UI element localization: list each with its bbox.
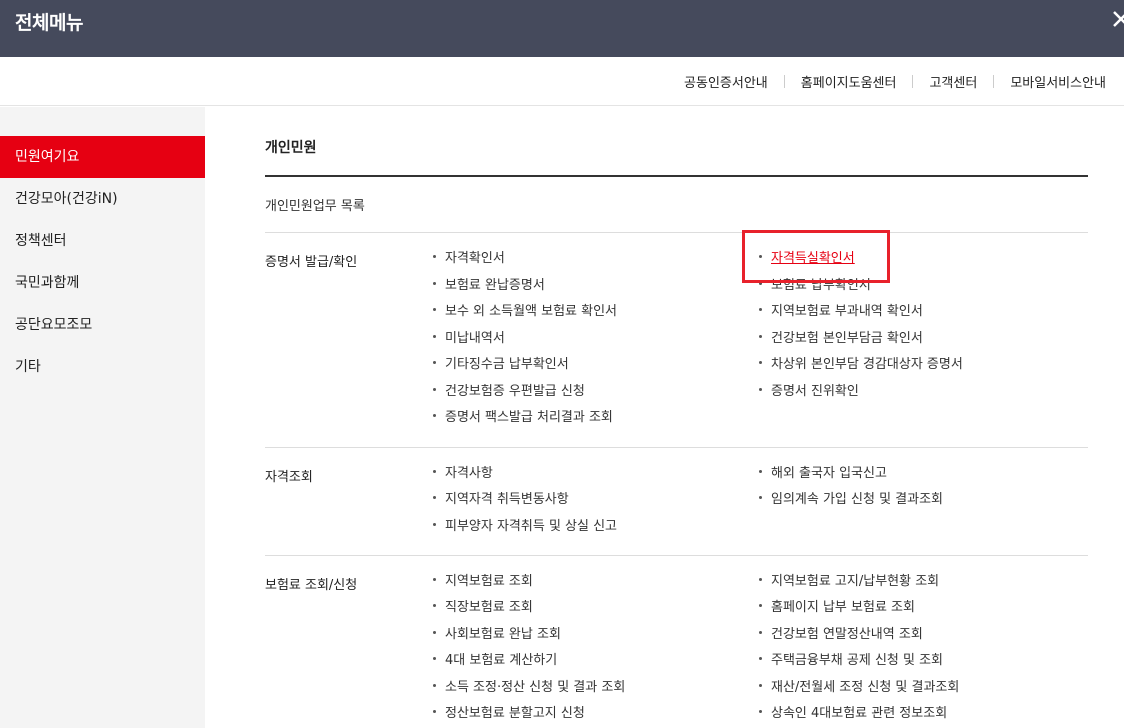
divider xyxy=(265,447,1088,448)
list-item[interactable]: 지역보험료 부과내역 확인서 xyxy=(759,302,923,322)
section-title: 개인민원 xyxy=(265,140,317,156)
sidebar-item-with-public[interactable]: 국민과함께 xyxy=(0,262,205,304)
list-item[interactable]: 지역보험료 조회 xyxy=(433,572,533,592)
bullet-icon xyxy=(433,496,436,499)
utility-link-help-center[interactable]: 홈페이지도움센터 xyxy=(801,72,897,91)
sidebar-item-civil-service[interactable]: 민원여기요 xyxy=(0,136,205,178)
close-icon[interactable] xyxy=(1112,6,1124,30)
list-item[interactable]: 정산보험료 분할고지 신청 xyxy=(433,704,585,724)
bullet-icon xyxy=(433,308,436,311)
list-item[interactable]: 미납내역서 xyxy=(433,329,505,349)
bullet-icon xyxy=(759,710,762,713)
list-item[interactable]: 자격사항 xyxy=(433,464,493,484)
sidebar: 민원여기요 건강모아(건강iN) 정책센터 국민과함께 공단요모조모 기타 xyxy=(0,107,205,728)
divider xyxy=(265,555,1088,556)
sidebar-item-policy-center[interactable]: 정책센터 xyxy=(0,220,205,262)
bullet-icon xyxy=(759,631,762,634)
utility-bar: 공동인증서안내 홈페이지도움센터 고객센터 모바일서비스안내 xyxy=(0,57,1124,106)
list-item[interactable]: 증명서 진위확인 xyxy=(759,382,859,402)
list-item[interactable]: 지역자격 취득변동사항 xyxy=(433,490,569,510)
bullet-icon xyxy=(759,335,762,338)
bullet-icon xyxy=(433,523,436,526)
list-item[interactable]: 건강보험 연말정산내역 조회 xyxy=(759,625,923,645)
bullet-icon xyxy=(433,710,436,713)
highlight-box xyxy=(742,230,890,283)
list-item[interactable]: 재산/전월세 조정 신청 및 결과조회 xyxy=(759,678,959,698)
sidebar-item-etc[interactable]: 기타 xyxy=(0,346,205,388)
list-item[interactable]: 상속인 4대보험료 관련 정보조회 xyxy=(759,704,947,724)
list-item[interactable]: 사회보험료 완납 조회 xyxy=(433,625,561,645)
list-item[interactable]: 보수 외 소득월액 보험료 확인서 xyxy=(433,302,617,322)
list-item[interactable]: 소득 조정·정산 신청 및 결과 조회 xyxy=(433,678,625,698)
category-label: 증명서 발급/확인 xyxy=(265,255,358,270)
divider xyxy=(265,232,1088,233)
category-label: 보험료 조회/신청 xyxy=(265,578,358,593)
list-item[interactable]: 지역보험료 고지/납부현황 조회 xyxy=(759,572,939,592)
list-item[interactable]: 보험료 완납증명서 xyxy=(433,276,545,296)
list-item[interactable]: 해외 출국자 입국신고 xyxy=(759,464,887,484)
bullet-icon xyxy=(433,361,436,364)
bullet-icon xyxy=(759,684,762,687)
bullet-icon xyxy=(433,578,436,581)
list-item[interactable]: 자격확인서 xyxy=(433,249,505,269)
menu-title: 전체메뉴 xyxy=(15,12,83,34)
utility-link-mobile-service[interactable]: 모바일서비스안내 xyxy=(1010,72,1106,91)
utility-link-certificate[interactable]: 공동인증서안내 xyxy=(684,72,768,91)
list-item[interactable]: 홈페이지 납부 보험료 조회 xyxy=(759,598,915,618)
bullet-icon xyxy=(433,604,436,607)
list-item[interactable]: 피부양자 자격취득 및 상실 신고 xyxy=(433,517,617,537)
list-item[interactable]: 건강보험 본인부담금 확인서 xyxy=(759,329,923,349)
bullet-icon xyxy=(759,361,762,364)
list-item[interactable]: 직장보험료 조회 xyxy=(433,598,533,618)
list-item[interactable]: 임의계속 가입 신청 및 결과조회 xyxy=(759,490,943,510)
utility-link-customer-center[interactable]: 고객센터 xyxy=(929,72,977,91)
list-item[interactable]: 증명서 팩스발급 처리결과 조회 xyxy=(433,408,613,428)
list-item[interactable]: 기타징수금 납부확인서 xyxy=(433,355,569,375)
bullet-icon xyxy=(433,657,436,660)
list-item[interactable]: 건강보험증 우편발급 신청 xyxy=(433,382,585,402)
bullet-icon xyxy=(433,684,436,687)
top-bar: 전체메뉴 xyxy=(0,0,1124,57)
bullet-icon xyxy=(433,388,436,391)
bullet-icon xyxy=(433,631,436,634)
divider xyxy=(993,75,995,88)
bullet-icon xyxy=(759,308,762,311)
divider xyxy=(265,175,1088,177)
bullet-icon xyxy=(759,496,762,499)
divider xyxy=(783,75,785,88)
bullet-icon xyxy=(759,388,762,391)
bullet-icon xyxy=(759,657,762,660)
bullet-icon xyxy=(433,255,436,258)
list-item[interactable]: 주택금융부채 공제 신청 및 조회 xyxy=(759,651,943,671)
section-subtitle: 개인민원업무 목록 xyxy=(265,199,365,214)
bullet-icon xyxy=(759,470,762,473)
divider xyxy=(912,75,914,88)
bullet-icon xyxy=(433,282,436,285)
sidebar-item-about-agency[interactable]: 공단요모조모 xyxy=(0,304,205,346)
bullet-icon xyxy=(759,604,762,607)
bullet-icon xyxy=(433,470,436,473)
list-item[interactable]: 4대 보험료 계산하기 xyxy=(433,651,557,671)
list-item[interactable]: 차상위 본인부담 경감대상자 증명서 xyxy=(759,355,963,375)
bullet-icon xyxy=(433,335,436,338)
sidebar-item-health-in[interactable]: 건강모아(건강iN) xyxy=(0,178,205,220)
bullet-icon xyxy=(759,578,762,581)
bullet-icon xyxy=(433,414,436,417)
category-label: 자격조회 xyxy=(265,470,313,485)
